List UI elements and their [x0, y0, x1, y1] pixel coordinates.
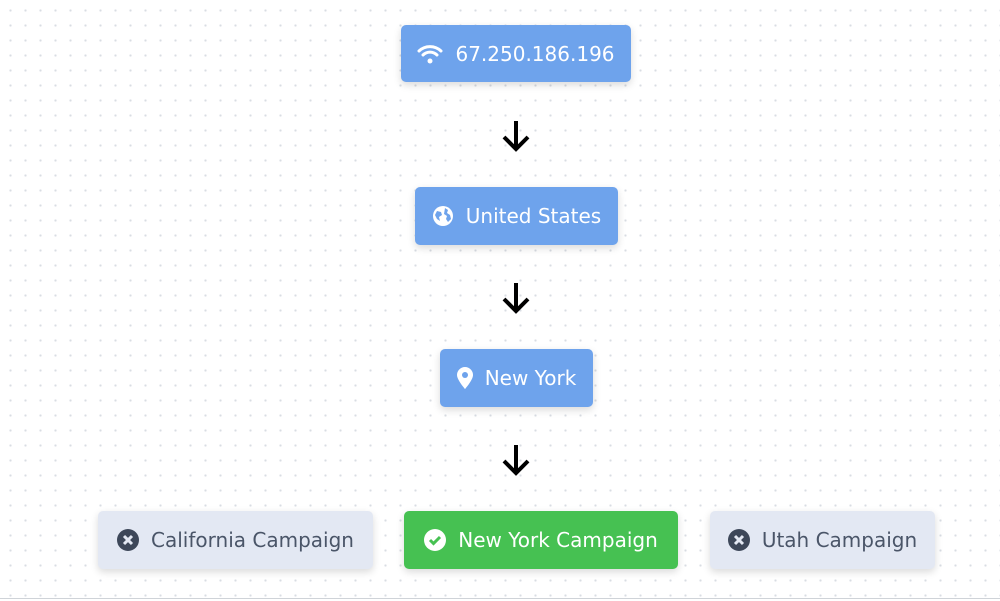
ip-node: 67.250.186.196: [401, 25, 631, 82]
country-label: United States: [465, 204, 602, 228]
country-node: United States: [415, 187, 618, 245]
check-circle-icon: [424, 529, 447, 551]
campaign-california: California Campaign: [98, 511, 373, 569]
arrow-down-icon: [502, 121, 530, 152]
campaign-label: New York Campaign: [458, 528, 658, 552]
campaign-new-york: New York Campaign: [404, 511, 678, 569]
arrow-down-icon: [502, 283, 530, 314]
divider: [0, 598, 1000, 599]
x-circle-icon: [727, 529, 750, 551]
arrow-down-icon: [502, 445, 530, 476]
campaign-label: Utah Campaign: [761, 528, 918, 552]
globe-icon: [432, 206, 453, 226]
region-label: New York: [484, 366, 577, 390]
region-node: New York: [440, 349, 593, 407]
wifi-icon: [417, 44, 443, 63]
campaign-utah: Utah Campaign: [710, 511, 935, 569]
campaign-label: California Campaign: [151, 528, 354, 552]
x-circle-icon: [117, 529, 140, 551]
map-pin-icon: [456, 367, 473, 389]
ip-label: 67.250.186.196: [455, 41, 615, 66]
